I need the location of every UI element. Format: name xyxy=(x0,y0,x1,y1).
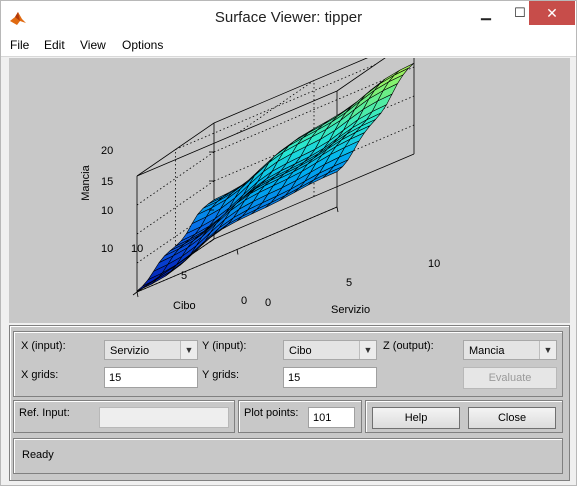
evaluate-button[interactable]: Evaluate xyxy=(463,367,557,389)
y-input-select[interactable]: Cibo ▼ xyxy=(283,340,377,360)
x-input-value: Servizio xyxy=(110,345,150,357)
menu-file[interactable]: File xyxy=(10,38,29,52)
x-tick-label: 5 xyxy=(346,277,352,289)
axis-line xyxy=(136,291,139,298)
z-output-value: Mancia xyxy=(469,345,505,357)
y-input-label: Y (input): xyxy=(202,340,247,352)
z-tick-label: 20 xyxy=(101,145,113,157)
plot-points-label: Plot points: xyxy=(244,407,299,419)
y-grids-label: Y grids: xyxy=(202,369,240,381)
z-output-select[interactable]: Mancia ▼ xyxy=(463,340,557,360)
menu-bar: File Edit View Options xyxy=(1,34,576,57)
surface-viewer-window: Surface Viewer: tipper ▁ ☐ ✕ File Edit V… xyxy=(0,0,577,486)
y-tick-label: 5 xyxy=(181,270,187,282)
x-grids-input[interactable]: 15 xyxy=(104,367,198,388)
x-axis-label: Servizio xyxy=(331,304,370,316)
chevron-down-icon: ▼ xyxy=(539,341,556,359)
x-tick-label: 10 xyxy=(428,258,440,270)
axis-line xyxy=(132,291,138,296)
x-tick-label: 0 xyxy=(265,297,271,309)
title-bar: Surface Viewer: tipper ▁ ☐ ✕ xyxy=(1,1,576,34)
status-text: Ready xyxy=(22,449,54,461)
y-axis-label: Cibo xyxy=(173,300,196,312)
axis-line xyxy=(209,238,215,243)
chevron-down-icon: ▼ xyxy=(180,341,197,359)
surface-plot[interactable]: 20 15 10 10 Mancia 0 5 10 Cibo 0 5 10 Se… xyxy=(9,37,570,323)
ref-input-field[interactable] xyxy=(99,407,229,428)
z-output-label: Z (output): xyxy=(383,340,434,352)
axis-line xyxy=(236,249,239,255)
axis-line xyxy=(336,206,339,213)
x-grids-label: X grids: xyxy=(21,369,59,381)
y-tick-label: 0 xyxy=(241,295,247,307)
ref-input-label: Ref. Input: xyxy=(19,407,70,419)
help-button[interactable]: Help xyxy=(372,407,460,429)
z-tick-label: 10 xyxy=(101,205,113,217)
z-tick-label: 10 xyxy=(101,243,113,255)
menu-view[interactable]: View xyxy=(80,38,106,52)
plot-area: 20 15 10 10 Mancia 0 5 10 Cibo 0 5 10 Se… xyxy=(9,37,570,323)
chevron-down-icon: ▼ xyxy=(359,341,376,359)
close-window-button[interactable]: ✕ xyxy=(529,1,575,25)
axes-selection-panel: X (input): Servizio ▼ Y (input): Cibo ▼ … xyxy=(13,331,563,397)
close-button[interactable]: Close xyxy=(468,407,556,429)
menu-edit[interactable]: Edit xyxy=(44,38,65,52)
plot-points-panel: Plot points: 101 xyxy=(238,400,362,433)
status-panel: Ready xyxy=(13,438,563,474)
z-tick-label: 15 xyxy=(101,176,113,188)
menu-options[interactable]: Options xyxy=(122,38,163,52)
x-input-select[interactable]: Servizio ▼ xyxy=(104,340,198,360)
plot-points-input[interactable]: 101 xyxy=(308,407,355,428)
z-axis-label: Mancia xyxy=(80,164,92,200)
buttons-panel: Help Close xyxy=(365,400,563,433)
x-input-label: X (input): xyxy=(21,340,66,352)
y-grids-input[interactable]: 15 xyxy=(283,367,377,388)
surface-mesh xyxy=(136,62,415,292)
ref-input-panel: Ref. Input: xyxy=(13,400,235,433)
y-tick-label: 10 xyxy=(131,243,143,255)
y-input-value: Cibo xyxy=(289,345,312,357)
